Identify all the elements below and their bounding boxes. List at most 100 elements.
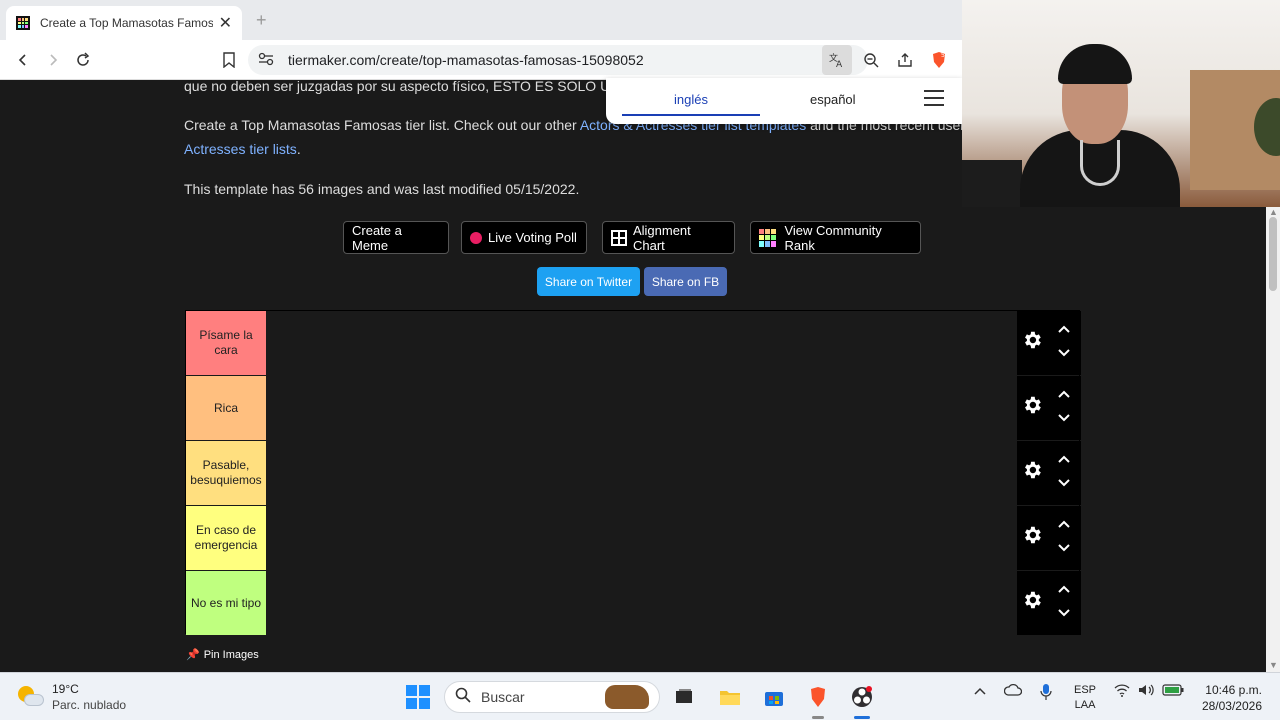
pin-images-label: Pin Images xyxy=(203,648,259,661)
browser-navbar: tiermaker.com/create/top-mamasotas-famos… xyxy=(0,40,962,80)
chevron-up-icon[interactable] xyxy=(1057,581,1071,597)
translate-icon[interactable]: 文A xyxy=(822,45,852,75)
file-explorer-icon[interactable] xyxy=(716,683,744,711)
wifi-icon[interactable] xyxy=(1114,683,1130,700)
system-clock[interactable]: 10:46 p.m. 28/03/2026 xyxy=(1196,682,1262,714)
address-bar[interactable]: tiermaker.com/create/top-mamasotas-famos… xyxy=(248,45,868,75)
tier-label[interactable]: No es mi tipo xyxy=(186,571,266,635)
share-facebook-button[interactable]: Share on FB xyxy=(644,267,727,296)
grid-icon xyxy=(611,229,627,246)
tiermaker-favicon-icon xyxy=(16,16,30,30)
share-twitter-button[interactable]: Share on Twitter xyxy=(537,267,640,296)
microsoft-store-icon[interactable] xyxy=(760,683,788,711)
task-view-icon[interactable] xyxy=(670,683,698,711)
tab-close-icon[interactable]: ✕ xyxy=(219,13,232,33)
microphone-icon[interactable] xyxy=(1040,683,1052,704)
chevron-up-icon[interactable] xyxy=(1057,321,1071,337)
windows-taskbar: 19°C Parc. nublado Buscar ESP LAA 10:46 … xyxy=(0,672,1280,720)
tier-row: Pasable, besuquiemos xyxy=(186,441,1081,505)
show-hidden-icons-chevron-icon[interactable] xyxy=(974,683,986,699)
view-community-rank-button[interactable]: View Community Rank xyxy=(750,221,921,254)
bookmark-icon[interactable] xyxy=(214,45,244,75)
clock-time: 10:46 p.m. xyxy=(1205,683,1262,697)
webcam-mic-arm xyxy=(962,160,1022,207)
chevron-down-icon[interactable] xyxy=(1057,475,1071,491)
tier-row: En caso de emergencia xyxy=(186,506,1081,570)
partly-cloudy-icon xyxy=(18,686,44,708)
tier-label[interactable]: Písame la cara xyxy=(186,311,266,375)
translate-other-language[interactable]: español xyxy=(810,92,856,107)
weather-widget[interactable]: 19°C Parc. nublado xyxy=(18,681,126,713)
browser-tab[interactable]: Create a Top Mamasotas Famosas ✕ xyxy=(6,6,242,40)
obs-studio-icon[interactable] xyxy=(848,683,876,719)
gear-icon[interactable] xyxy=(1021,589,1043,611)
volume-icon[interactable] xyxy=(1138,683,1156,700)
weather-temperature: 19°C xyxy=(52,682,79,696)
create-meme-button[interactable]: Create a Meme xyxy=(343,221,449,254)
tier-drop-zone[interactable] xyxy=(266,376,1017,440)
scroll-down-icon[interactable]: ▼ xyxy=(1269,660,1278,670)
gear-icon[interactable] xyxy=(1021,459,1043,481)
chevron-up-icon[interactable] xyxy=(1057,386,1071,402)
tier-label[interactable]: Pasable, besuquiemos xyxy=(186,441,266,505)
tier-controls xyxy=(1017,441,1081,505)
chevron-down-icon[interactable] xyxy=(1057,540,1071,556)
live-dot-icon xyxy=(470,231,482,244)
cloud-sync-icon[interactable] xyxy=(1003,683,1023,700)
zoom-out-icon[interactable] xyxy=(856,45,886,75)
weather-condition: Parc. nublado xyxy=(52,698,127,712)
pin-images-toggle[interactable]: 📌 Pin Images xyxy=(186,648,259,662)
tier-drop-zone[interactable] xyxy=(266,441,1017,505)
actresses-tier-lists-link[interactable]: Actresses tier lists xyxy=(184,141,297,157)
hamburger-menu-icon[interactable] xyxy=(924,90,944,106)
keyboard-layout: LAA xyxy=(1074,699,1096,711)
page-scrollbar[interactable]: ▲ ▼ xyxy=(1266,207,1280,672)
chevron-up-icon[interactable] xyxy=(1057,516,1071,532)
live-voting-poll-button[interactable]: Live Voting Poll xyxy=(461,221,587,254)
site-settings-icon[interactable] xyxy=(258,52,274,69)
scroll-up-icon[interactable]: ▲ xyxy=(1269,207,1278,217)
tier-drop-zone[interactable] xyxy=(266,571,1017,635)
battery-icon[interactable] xyxy=(1162,683,1184,699)
intro-prefix: Create a Top Mamasotas Famosas tier list… xyxy=(184,117,580,133)
tier-label[interactable]: Rica xyxy=(186,376,266,440)
input-language[interactable]: ESP LAA xyxy=(1074,683,1096,713)
taskbar-search[interactable]: Buscar xyxy=(444,681,660,713)
template-info: This template has 56 images and was last… xyxy=(184,181,580,197)
scrollbar-thumb[interactable] xyxy=(1269,217,1277,291)
shield-badge: 5 xyxy=(941,52,945,59)
brave-browser-icon[interactable] xyxy=(804,683,832,719)
browser-tabbar: Create a Top Mamasotas Famosas ✕ + xyxy=(0,0,962,40)
reload-icon[interactable] xyxy=(68,45,98,75)
gear-icon[interactable] xyxy=(1021,329,1043,351)
language-code: ESP xyxy=(1074,684,1097,696)
chevron-down-icon[interactable] xyxy=(1057,410,1071,426)
chevron-down-icon[interactable] xyxy=(1057,605,1071,621)
search-highlight-bison-icon xyxy=(605,685,649,709)
back-icon[interactable] xyxy=(8,45,38,75)
brave-shields-icon[interactable]: 5 xyxy=(924,45,954,75)
gear-icon[interactable] xyxy=(1021,394,1043,416)
windows-start-icon[interactable] xyxy=(406,685,430,709)
forward-icon[interactable] xyxy=(38,45,68,75)
alignment-chart-button[interactable]: Alignment Chart xyxy=(602,221,735,254)
webcam-person-cap xyxy=(1058,44,1132,84)
tier-drop-zone[interactable] xyxy=(266,506,1017,570)
share-icon[interactable] xyxy=(890,45,920,75)
tier-drop-zone[interactable] xyxy=(266,311,1017,375)
tier-row: No es mi tipo xyxy=(186,571,1081,635)
svg-text:A: A xyxy=(836,60,843,69)
alignment-chart-label: Alignment Chart xyxy=(632,222,691,253)
selected-language-underline xyxy=(622,114,760,116)
description-partial: que no deben ser juzgadas por su aspecto… xyxy=(184,80,621,94)
new-tab-button[interactable]: + xyxy=(256,10,267,31)
translate-popup: inglés español xyxy=(606,78,962,124)
gear-icon[interactable] xyxy=(1021,524,1043,546)
chevron-down-icon[interactable] xyxy=(1057,345,1071,361)
tier-label[interactable]: En caso de emergencia xyxy=(186,506,266,570)
translate-selected-language[interactable]: inglés xyxy=(674,92,708,107)
chevron-up-icon[interactable] xyxy=(1057,451,1071,467)
search-placeholder: Buscar xyxy=(481,689,525,705)
url-text: tiermaker.com/create/top-mamasotas-famos… xyxy=(288,52,644,68)
webcam-overlay xyxy=(962,0,1280,207)
